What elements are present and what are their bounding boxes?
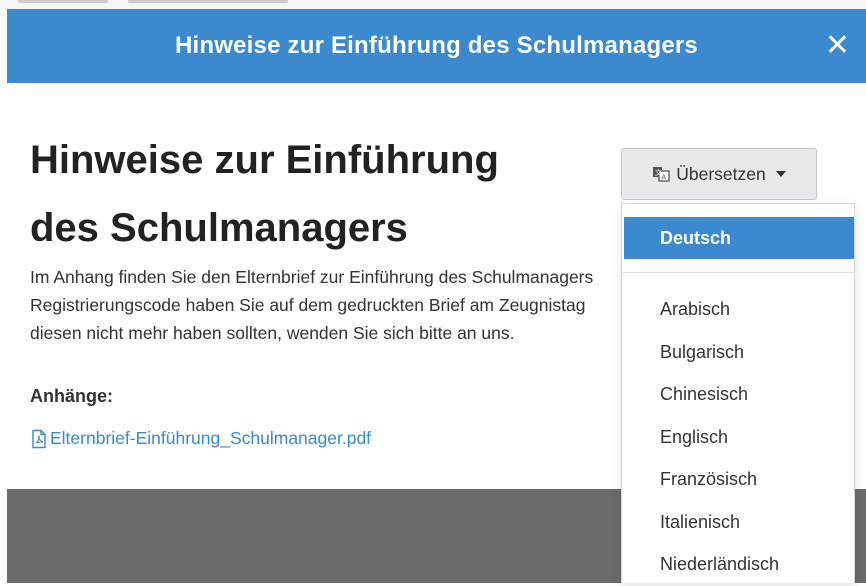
attachment-link[interactable]: Elternbrief-Einführung_Schulmanager.pdf — [30, 428, 371, 449]
language-option[interactable]: Arabisch — [622, 288, 854, 331]
language-option[interactable]: Niederländisch — [622, 543, 854, 586]
page-heading-line-1: Hinweise zur Einführung — [30, 138, 499, 182]
modal-header: Hinweise zur Einführung des Schulmanager… — [7, 9, 866, 83]
page-heading-line-2: des Schulmanagers — [30, 206, 408, 250]
pdf-file-icon — [32, 429, 46, 448]
background-element — [128, 0, 288, 3]
language-option[interactable]: Italienisch — [622, 501, 854, 544]
chevron-down-icon — [775, 171, 786, 177]
paragraph-line: diesen nicht mehr haben sollten, wenden … — [30, 323, 515, 343]
language-option-active[interactable]: Deutsch — [624, 217, 854, 259]
attachments-label: Anhänge: — [30, 386, 113, 406]
paragraph-line: Registrierungscode haben Sie auf dem ged… — [30, 295, 586, 315]
language-option[interactable]: Französisch — [622, 458, 854, 501]
background-page-strip — [0, 0, 866, 9]
language-option[interactable]: Bulgarisch — [622, 331, 854, 374]
page-heading: Hinweise zur Einführung des Schulmanager… — [30, 126, 590, 262]
modal-title: Hinweise zur Einführung des Schulmanager… — [175, 32, 698, 59]
translate-button[interactable]: 文 A Übersetzen — [621, 148, 817, 200]
translate-icon: 文 A — [653, 167, 670, 182]
attachment-filename: Elternbrief-Einführung_Schulmanager.pdf — [50, 428, 372, 448]
translate-button-label: Übersetzen — [676, 163, 766, 184]
close-icon[interactable]: ✕ — [825, 9, 850, 83]
background-element — [18, 0, 108, 3]
language-option[interactable]: Englisch — [622, 416, 854, 459]
language-dropdown: Deutsch Arabisch Bulgarisch Chinesisch E… — [621, 203, 855, 583]
intro-paragraph: Im Anhang finden Sie den Elternbrief zur… — [30, 263, 630, 347]
paragraph-line: Im Anhang finden Sie den Elternbrief zur… — [30, 267, 594, 287]
svg-text:A: A — [662, 174, 667, 182]
language-option[interactable]: Chinesisch — [622, 373, 854, 416]
dropdown-divider — [622, 272, 854, 273]
